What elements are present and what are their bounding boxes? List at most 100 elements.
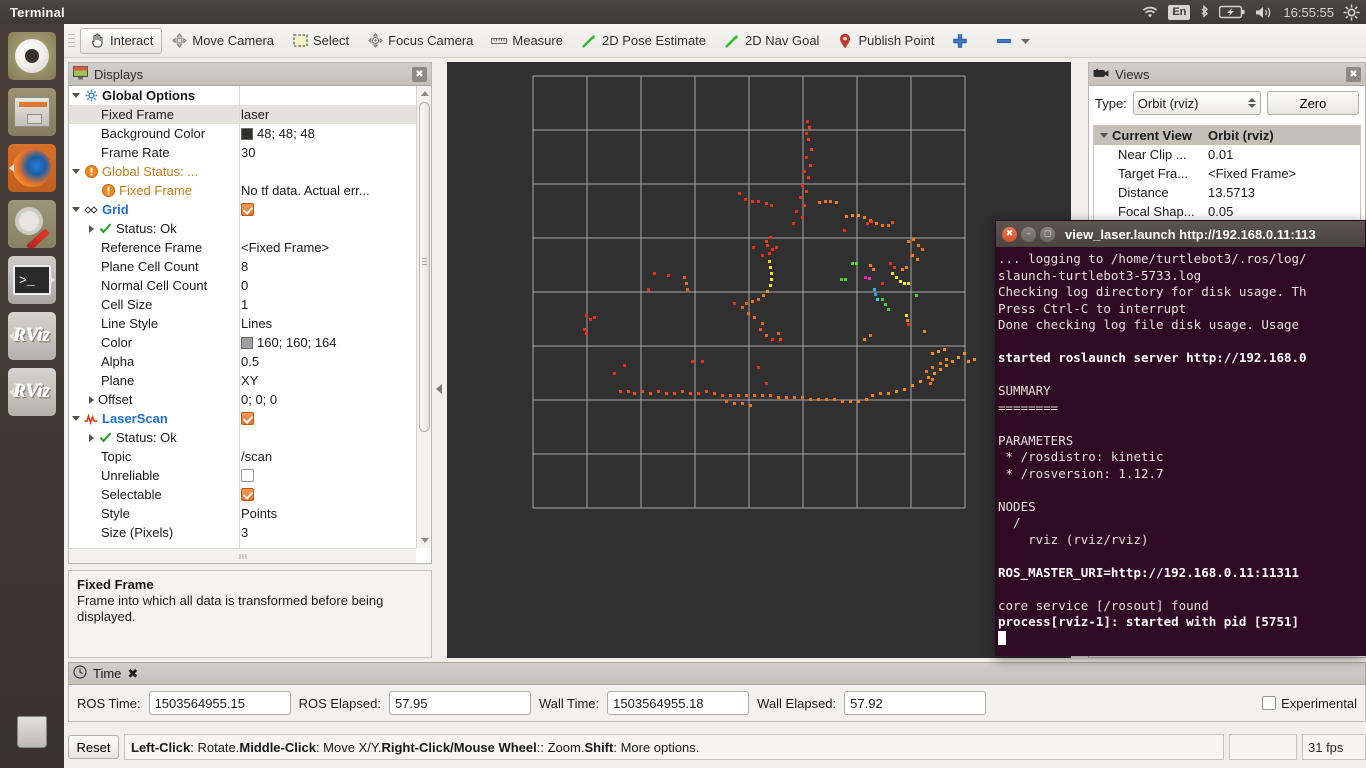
display-property-row[interactable]: Fixed Frame laser bbox=[69, 105, 416, 124]
display-property-row[interactable]: Fixed Frame No tf data. Actual err... bbox=[69, 181, 416, 200]
displays-panel: Displays ✖ Global Options Fixed Frame lase… bbox=[68, 62, 432, 564]
battery-icon[interactable] bbox=[1219, 0, 1245, 24]
keyboard-layout-indicator[interactable]: En bbox=[1168, 4, 1191, 20]
time-field-input[interactable]: 57.92 bbox=[844, 691, 987, 715]
display-property-row[interactable]: Grid bbox=[69, 200, 416, 219]
terminal-output[interactable]: ... logging to /home/turtlebot3/.ros/log… bbox=[996, 247, 1365, 655]
view-property-row[interactable]: Distance 13.5713 bbox=[1094, 183, 1360, 202]
display-property-row[interactable]: Selectable bbox=[69, 485, 416, 504]
tool-select[interactable]: Select bbox=[283, 28, 358, 54]
display-property-row[interactable]: Size (Pixels) 3 bbox=[69, 523, 416, 542]
clock[interactable]: 16:55:55 bbox=[1283, 5, 1334, 20]
expander-expand-icon[interactable] bbox=[89, 395, 94, 404]
description-text: Frame into which all data is transformed… bbox=[77, 593, 384, 624]
display-property-row[interactable]: Plane XY bbox=[69, 371, 416, 390]
tool-2d-pose-estimate[interactable]: 2D Pose Estimate bbox=[572, 28, 715, 54]
displays-tree[interactable]: Global Options Fixed Frame laser Background… bbox=[69, 86, 416, 548]
close-icon[interactable]: ✖ bbox=[1346, 66, 1361, 82]
launcher-trash[interactable] bbox=[8, 708, 56, 756]
display-property-row[interactable]: Normal Cell Count 0 bbox=[69, 276, 416, 295]
display-property-row[interactable]: Global Options bbox=[69, 86, 416, 105]
display-property-row[interactable]: Status: Ok bbox=[69, 428, 416, 447]
display-property-row[interactable]: Topic/scan bbox=[69, 447, 416, 466]
launcher-files[interactable] bbox=[8, 88, 56, 136]
display-property-row[interactable]: Frame Rate 30 bbox=[69, 143, 416, 162]
display-enable-checkbox[interactable] bbox=[241, 412, 254, 425]
display-enable-checkbox[interactable] bbox=[241, 488, 254, 501]
tool-measure[interactable]: Measure bbox=[482, 28, 572, 54]
view-property-row[interactable]: Near Clip ... 0.01 bbox=[1094, 145, 1360, 164]
display-property-row[interactable]: Line Style Lines bbox=[69, 314, 416, 333]
display-property-row[interactable]: Reference Frame <Fixed Frame> bbox=[69, 238, 416, 257]
launcher-rviz-2[interactable]: RViz bbox=[8, 368, 56, 416]
launcher-ubuntu-dash[interactable] bbox=[8, 32, 56, 80]
terminal-line: SUMMARY bbox=[998, 383, 1051, 398]
expander-collapse-icon[interactable] bbox=[72, 416, 80, 421]
reset-button[interactable]: Reset bbox=[68, 735, 119, 759]
displays-horizontal-scrollbar[interactable] bbox=[69, 548, 416, 563]
time-field-input[interactable]: 1503564955.15 bbox=[148, 691, 291, 715]
chevron-down-icon[interactable] bbox=[1017, 33, 1033, 49]
display-property-row[interactable]: Style Points bbox=[69, 504, 416, 523]
panel-splitter-handle[interactable] bbox=[436, 384, 442, 394]
expander-expand-icon[interactable] bbox=[89, 433, 94, 442]
spinner-icon[interactable] bbox=[1248, 98, 1256, 108]
launcher-rviz-1[interactable]: RViz bbox=[8, 312, 56, 360]
window-maximize-icon[interactable]: ◻ bbox=[1040, 226, 1055, 242]
bluetooth-icon[interactable] bbox=[1199, 0, 1210, 24]
tool-publish-point[interactable]: Publish Point bbox=[828, 28, 943, 54]
close-icon[interactable]: ✖ bbox=[412, 66, 427, 82]
color-swatch[interactable] bbox=[241, 336, 253, 349]
hint-key: Middle-Click bbox=[239, 739, 316, 755]
display-property-row[interactable]: Background Color 48; 48; 48 bbox=[69, 124, 416, 143]
display-property-row[interactable]: Alpha 0.5 bbox=[69, 352, 416, 371]
expander-collapse-icon[interactable] bbox=[72, 207, 80, 212]
display-property-row[interactable]: Plane Cell Count 8 bbox=[69, 257, 416, 276]
wifi-icon[interactable] bbox=[1141, 0, 1159, 24]
render-viewport-3d[interactable] bbox=[447, 62, 1071, 658]
display-enable-checkbox[interactable] bbox=[241, 469, 254, 482]
display-property-row[interactable]: LaserScan bbox=[69, 409, 416, 428]
tool-move-camera[interactable]: Move Camera bbox=[162, 28, 283, 54]
view-property-row[interactable]: Target Fra... <Fixed Frame> bbox=[1094, 164, 1360, 183]
scroll-up-arrow-icon[interactable] bbox=[421, 91, 429, 96]
display-property-row[interactable]: Offset 0; 0; 0 bbox=[69, 390, 416, 409]
tool-2d-nav-goal[interactable]: 2D Nav Goal bbox=[715, 28, 828, 54]
time-field-input[interactable]: 57.95 bbox=[388, 691, 531, 715]
view-property-row[interactable]: Focal Shap... 0.05 bbox=[1094, 202, 1360, 221]
scrollbar-thumb[interactable] bbox=[419, 102, 430, 432]
expander-collapse-icon[interactable] bbox=[72, 93, 80, 98]
experimental-toggle[interactable]: Experimental bbox=[1262, 696, 1357, 711]
displays-vertical-scrollbar[interactable] bbox=[416, 86, 431, 548]
display-property-row[interactable]: Global Status: ... bbox=[69, 162, 416, 181]
color-swatch[interactable] bbox=[241, 127, 253, 140]
expander-expand-icon[interactable] bbox=[89, 224, 94, 233]
expander-collapse-icon[interactable] bbox=[1100, 133, 1108, 138]
experimental-checkbox[interactable] bbox=[1262, 696, 1277, 710]
display-enable-checkbox[interactable] bbox=[241, 203, 254, 216]
launcher-settings[interactable] bbox=[8, 200, 56, 248]
system-gear-icon[interactable] bbox=[1343, 0, 1360, 24]
add-tool-button[interactable] bbox=[943, 28, 977, 54]
terminal-title-bar[interactable]: ✖ – ◻ view_laser.launch http://192.168.0… bbox=[996, 221, 1365, 247]
zero-button[interactable]: Zero bbox=[1267, 91, 1359, 115]
launcher-firefox[interactable] bbox=[8, 144, 56, 192]
launcher-terminal[interactable]: >_ bbox=[8, 256, 56, 304]
window-minimize-icon[interactable]: – bbox=[1021, 226, 1036, 242]
display-property-row[interactable]: Color 160; 160; 164 bbox=[69, 333, 416, 352]
expander-collapse-icon[interactable] bbox=[72, 169, 80, 174]
remove-tool-button[interactable] bbox=[977, 28, 1042, 54]
display-property-row[interactable]: Unreliable bbox=[69, 466, 416, 485]
view-type-combobox[interactable]: Orbit (rviz) bbox=[1132, 91, 1261, 115]
tool-focus-camera[interactable]: Focus Camera bbox=[358, 28, 482, 54]
toolbar-drag-handle[interactable] bbox=[68, 31, 77, 51]
tool-interact[interactable]: Interact bbox=[80, 27, 163, 54]
terminal-window[interactable]: ✖ – ◻ view_laser.launch http://192.168.0… bbox=[995, 220, 1366, 656]
close-icon[interactable]: ✖ bbox=[127, 666, 138, 682]
display-property-row[interactable]: Cell Size 1 bbox=[69, 295, 416, 314]
window-close-icon[interactable]: ✖ bbox=[1002, 226, 1017, 242]
display-property-row[interactable]: Status: Ok bbox=[69, 219, 416, 238]
time-field-input[interactable]: 1503564955.18 bbox=[607, 691, 750, 715]
volume-icon[interactable] bbox=[1254, 0, 1274, 24]
scroll-down-arrow-icon[interactable] bbox=[421, 538, 429, 543]
